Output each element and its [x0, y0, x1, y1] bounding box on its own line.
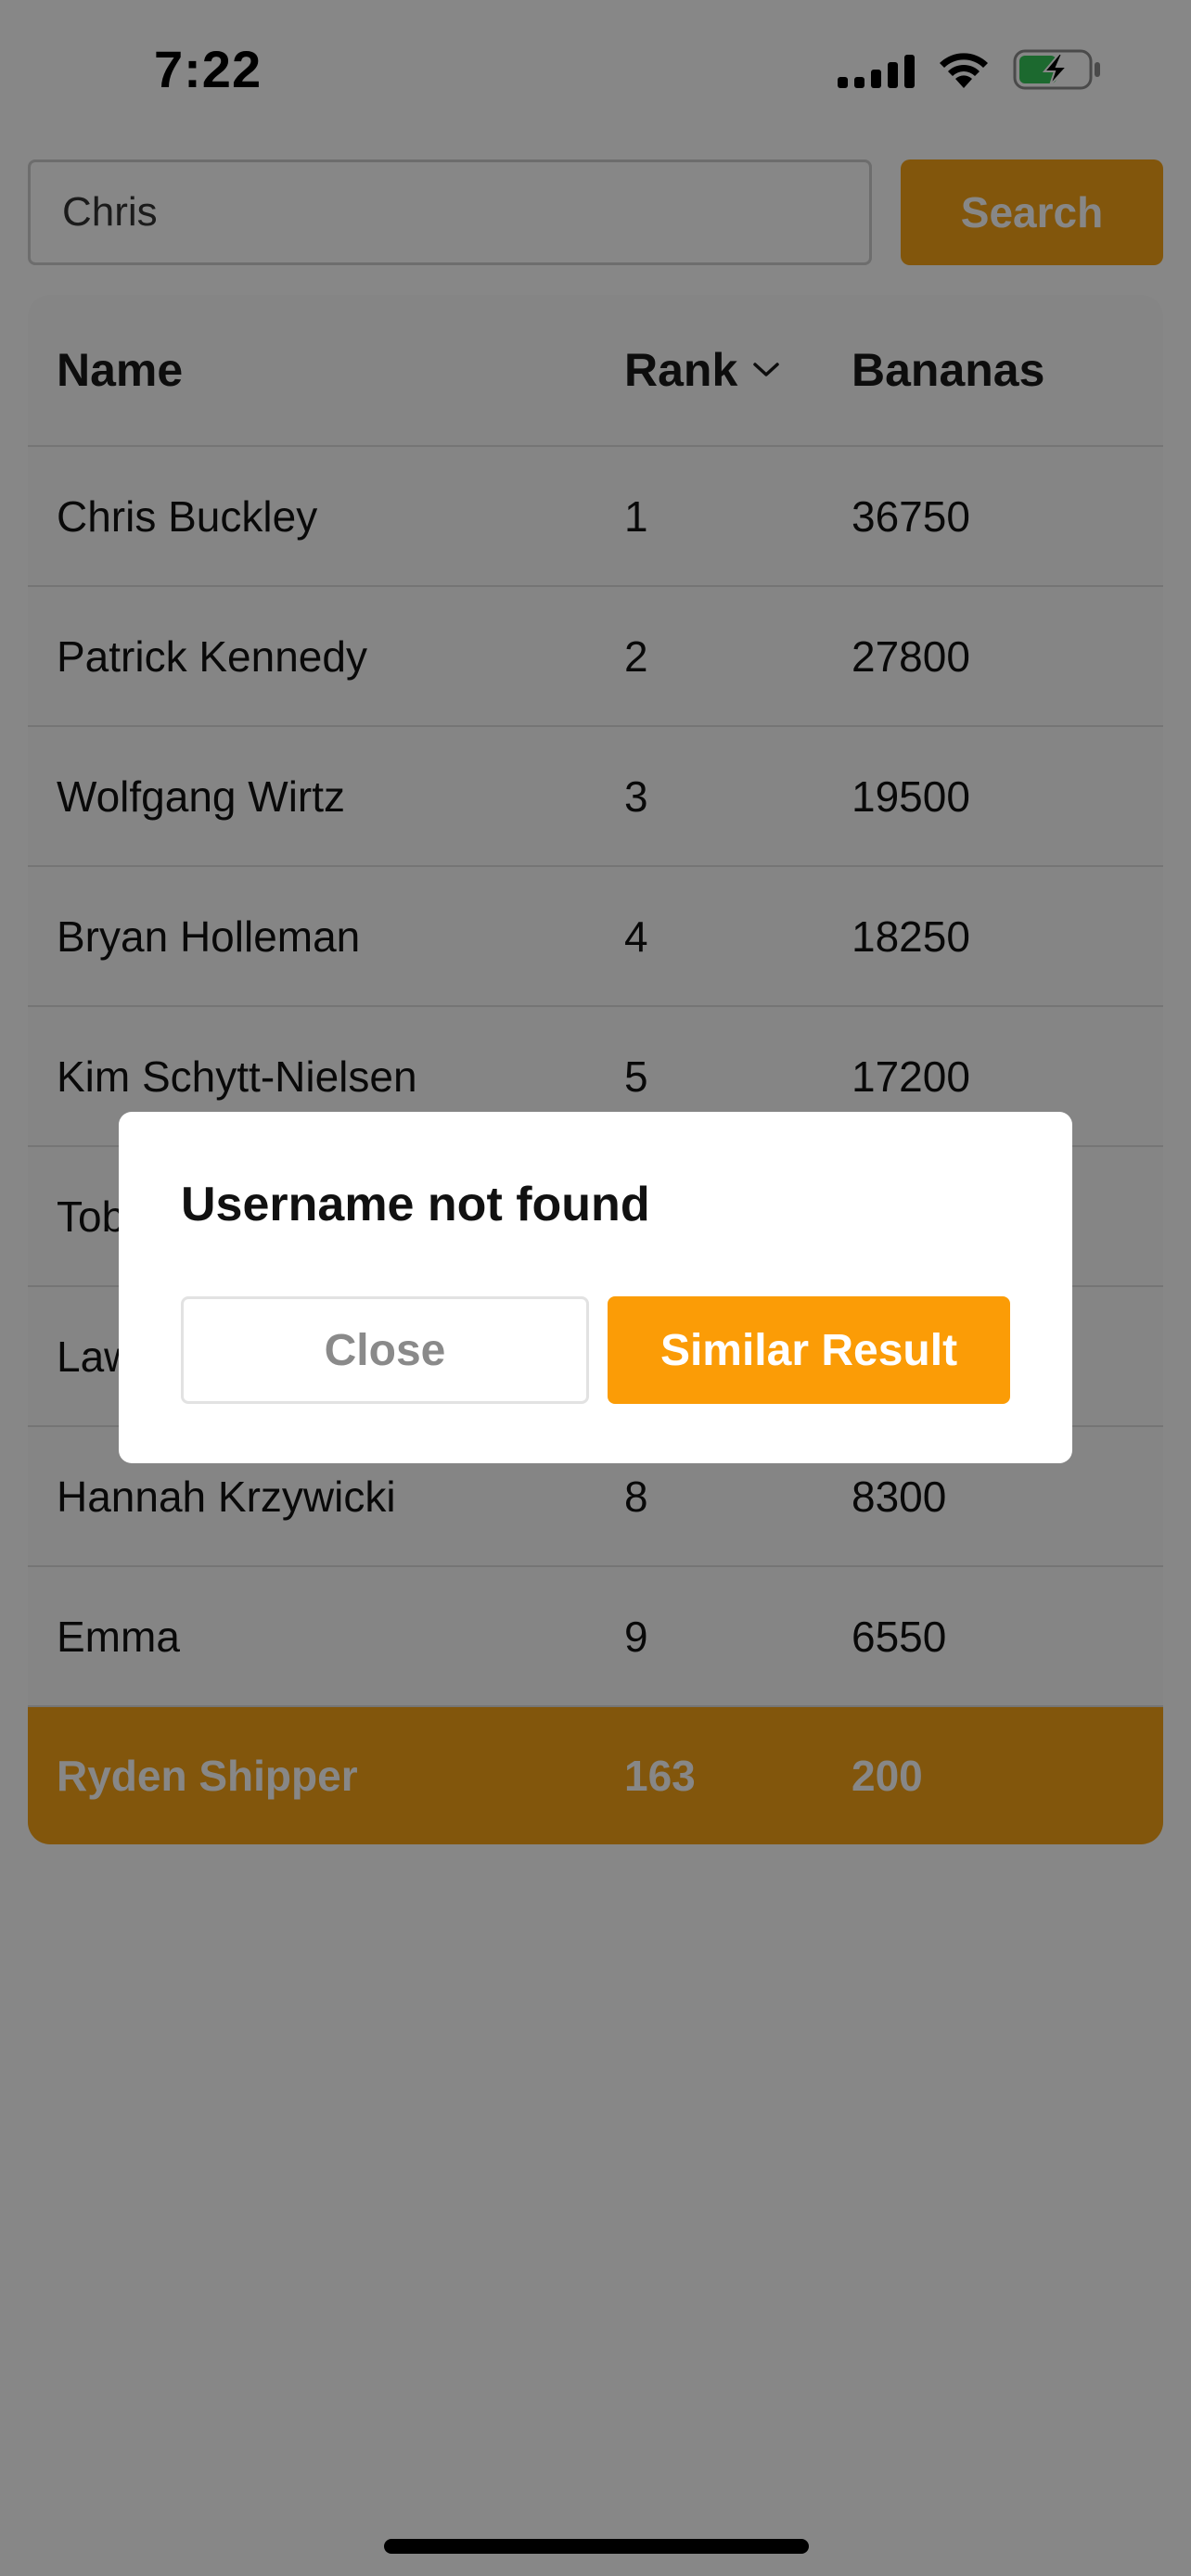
similar-result-button[interactable]: Similar Result	[608, 1296, 1010, 1404]
username-not-found-dialog: Username not found Close Similar Result	[119, 1112, 1072, 1463]
app-screen: 7:22 Chris Search Name Rank Bananas Chri…	[0, 0, 1191, 2576]
dialog-title: Username not found	[181, 1178, 650, 1231]
close-button[interactable]: Close	[181, 1296, 589, 1404]
home-indicator[interactable]	[384, 2539, 809, 2554]
